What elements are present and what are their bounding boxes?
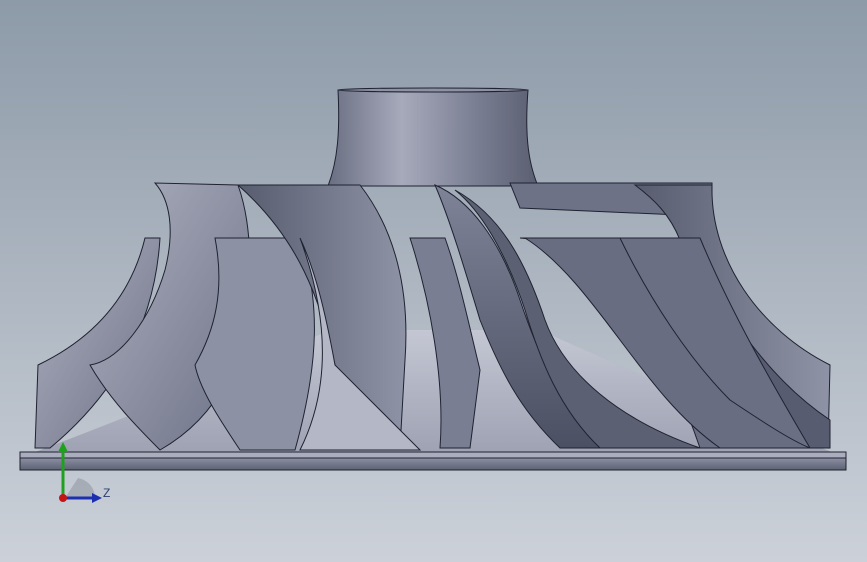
y-axis-arrowhead — [58, 442, 68, 452]
x-axis-dot — [59, 494, 67, 502]
impeller-base-side — [19, 457, 847, 471]
impeller-hub — [327, 89, 539, 187]
impeller-base-top — [19, 451, 847, 459]
triad-shadow — [65, 478, 95, 498]
hub-top-face — [337, 87, 529, 93]
z-axis-label: Z — [103, 486, 110, 500]
impeller-model[interactable] — [0, 0, 867, 562]
z-axis-arrowhead — [92, 493, 102, 503]
orientation-triad[interactable]: Z — [40, 440, 120, 520]
graphics-viewport[interactable]: Z — [0, 0, 867, 562]
